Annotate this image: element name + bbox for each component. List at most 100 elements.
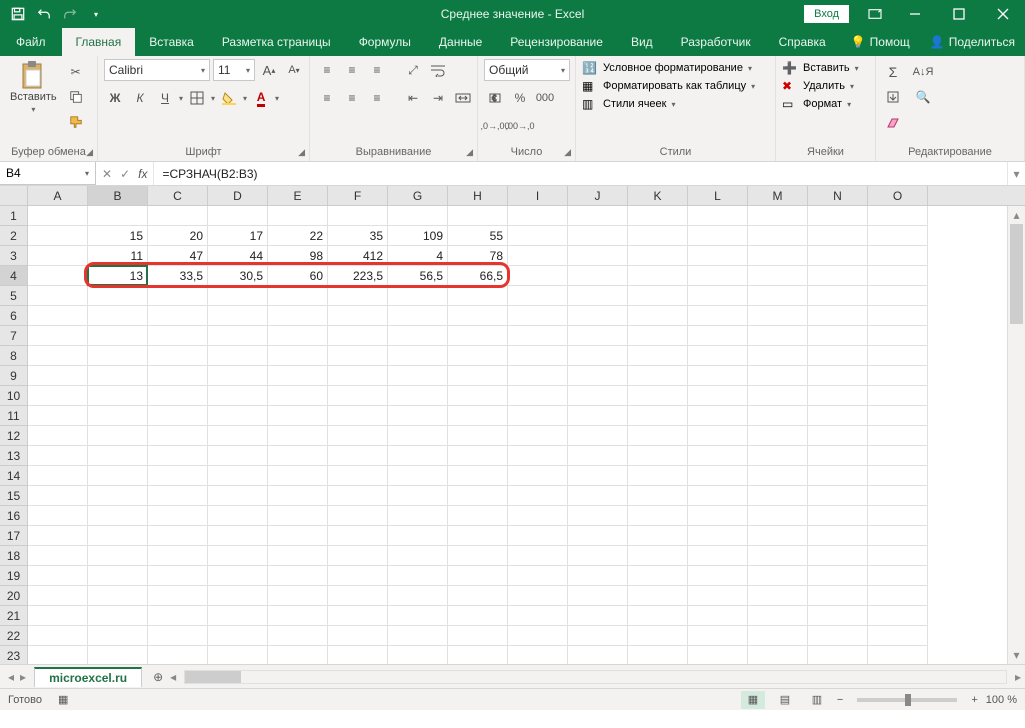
cell[interactable] <box>448 606 508 626</box>
align-left-icon[interactable]: ≡ <box>316 87 338 109</box>
cell[interactable] <box>208 486 268 506</box>
cell[interactable] <box>808 526 868 546</box>
cell[interactable] <box>148 346 208 366</box>
save-icon[interactable] <box>6 2 30 26</box>
row-header[interactable]: 4 <box>0 266 28 286</box>
cell[interactable] <box>448 446 508 466</box>
cell[interactable] <box>208 406 268 426</box>
horizontal-scrollbar[interactable]: ◂ ▸ <box>170 670 1025 684</box>
maximize-button[interactable] <box>937 0 981 28</box>
cell[interactable] <box>148 626 208 646</box>
cell[interactable] <box>88 446 148 466</box>
cell[interactable] <box>28 586 88 606</box>
format-as-table-button[interactable]: ▦Форматировать как таблицу▾ <box>582 79 755 93</box>
cell[interactable] <box>268 286 328 306</box>
cell[interactable] <box>568 426 628 446</box>
cell[interactable] <box>448 346 508 366</box>
align-middle-icon[interactable]: ≡ <box>341 59 363 81</box>
cell[interactable] <box>748 546 808 566</box>
cell[interactable] <box>88 506 148 526</box>
cell[interactable] <box>148 566 208 586</box>
cell[interactable] <box>688 486 748 506</box>
cell[interactable] <box>688 206 748 226</box>
column-header[interactable]: N <box>808 186 868 205</box>
cell[interactable] <box>508 606 568 626</box>
cell[interactable] <box>688 326 748 346</box>
expand-formula-bar-icon[interactable]: ▾ <box>1007 162 1025 185</box>
cell[interactable] <box>328 466 388 486</box>
cell[interactable] <box>88 426 148 446</box>
cell[interactable] <box>628 386 688 406</box>
zoom-handle[interactable] <box>905 694 911 706</box>
cell[interactable] <box>88 486 148 506</box>
cell[interactable] <box>208 306 268 326</box>
cell[interactable] <box>448 486 508 506</box>
cell[interactable] <box>568 246 628 266</box>
cell[interactable] <box>808 586 868 606</box>
chevron-down-icon[interactable]: ▾ <box>179 94 183 103</box>
cell[interactable] <box>748 386 808 406</box>
cell[interactable] <box>508 486 568 506</box>
cell[interactable] <box>268 566 328 586</box>
cell[interactable] <box>208 326 268 346</box>
cell[interactable] <box>28 466 88 486</box>
cell[interactable] <box>88 206 148 226</box>
cell[interactable] <box>868 506 928 526</box>
cell[interactable] <box>388 426 448 446</box>
row-header[interactable]: 11 <box>0 406 28 426</box>
cell[interactable] <box>808 226 868 246</box>
column-header[interactable]: H <box>448 186 508 205</box>
cell[interactable] <box>628 306 688 326</box>
cell[interactable] <box>148 206 208 226</box>
cell[interactable] <box>88 466 148 486</box>
cell[interactable] <box>748 466 808 486</box>
cell[interactable] <box>208 206 268 226</box>
cell[interactable] <box>808 566 868 586</box>
cell[interactable] <box>388 306 448 326</box>
cell[interactable] <box>628 426 688 446</box>
tab-file[interactable]: Файл <box>0 28 62 56</box>
cell[interactable] <box>28 426 88 446</box>
row-header[interactable]: 13 <box>0 446 28 466</box>
cell[interactable] <box>508 586 568 606</box>
cell[interactable] <box>868 226 928 246</box>
cell[interactable] <box>508 226 568 246</box>
conditional-formatting-button[interactable]: 🔢Условное форматирование▾ <box>582 61 752 75</box>
cell[interactable] <box>868 346 928 366</box>
cell[interactable] <box>268 326 328 346</box>
cell[interactable] <box>388 466 448 486</box>
cell[interactable] <box>208 466 268 486</box>
cell[interactable] <box>688 246 748 266</box>
fill-icon[interactable] <box>882 86 904 108</box>
cell[interactable] <box>688 466 748 486</box>
increase-font-icon[interactable]: A▴ <box>258 59 280 81</box>
cell[interactable] <box>448 546 508 566</box>
cell-area[interactable]: 152017223510955114744984124781333,530,56… <box>28 206 1007 664</box>
cell[interactable] <box>268 386 328 406</box>
cell[interactable] <box>448 386 508 406</box>
cell[interactable] <box>568 306 628 326</box>
minimize-button[interactable] <box>893 0 937 28</box>
cell[interactable] <box>808 366 868 386</box>
row-header[interactable]: 19 <box>0 566 28 586</box>
cell[interactable] <box>568 366 628 386</box>
cell[interactable] <box>388 626 448 646</box>
cell[interactable] <box>808 346 868 366</box>
cell[interactable]: 109 <box>388 226 448 246</box>
cell[interactable] <box>628 446 688 466</box>
cell[interactable] <box>268 406 328 426</box>
accounting-format-icon[interactable]: € <box>484 87 506 109</box>
cell[interactable] <box>868 306 928 326</box>
cell[interactable] <box>628 486 688 506</box>
cell[interactable] <box>628 606 688 626</box>
percent-icon[interactable]: % <box>509 87 531 109</box>
cell[interactable] <box>148 546 208 566</box>
row-header[interactable]: 22 <box>0 626 28 646</box>
cell[interactable] <box>388 526 448 546</box>
cell[interactable] <box>748 266 808 286</box>
fx-icon[interactable]: fx <box>138 167 147 181</box>
cell[interactable] <box>808 306 868 326</box>
column-header[interactable]: G <box>388 186 448 205</box>
cell[interactable] <box>628 346 688 366</box>
cell[interactable] <box>208 566 268 586</box>
